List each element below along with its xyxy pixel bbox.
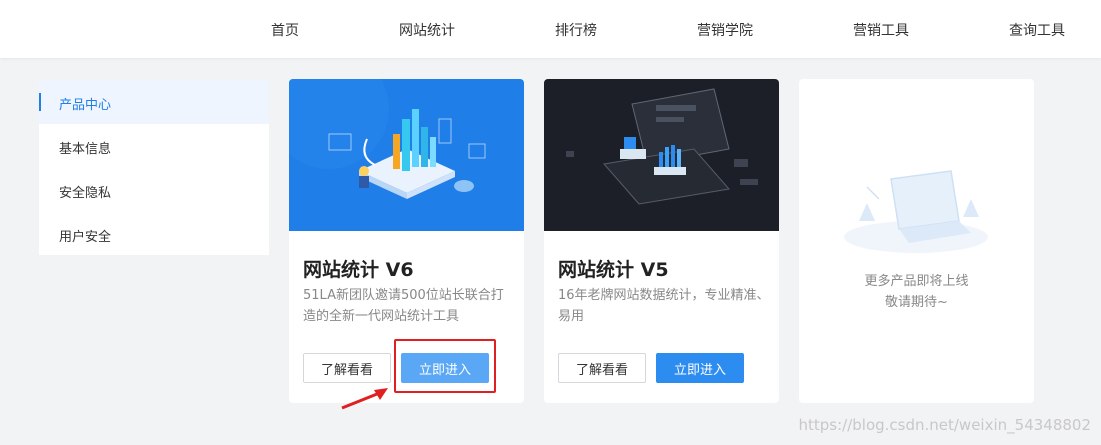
top-nav: 首页 网站统计 排行榜 营销学院 营销工具 查询工具 xyxy=(0,0,1101,58)
nav-item-marketing-academy[interactable]: 营销学院 xyxy=(697,20,753,40)
watermark: https://blog.csdn.net/weixin_54348802 xyxy=(798,416,1091,434)
sidebar-item-label: 安全隐私 xyxy=(59,186,112,201)
sidebar-item-basic-info[interactable]: 基本信息 xyxy=(39,124,269,168)
enter-now-button[interactable]: 立即进入 xyxy=(401,353,489,383)
nav-item-home[interactable]: 首页 xyxy=(271,20,299,40)
product-description: 51LA新团队邀请500位站长联合打造的全新一代网站统计工具 xyxy=(303,288,504,324)
nav-item-site-stats[interactable]: 网站统计 xyxy=(399,20,455,40)
coming-soon-line-1: 更多产品即将上线 xyxy=(864,274,969,289)
sidebar: 产品中心 基本信息 安全隐私 用户安全 xyxy=(39,80,269,255)
analytics-illustration-icon xyxy=(289,79,524,231)
sidebar-item-security-privacy[interactable]: 安全隐私 xyxy=(39,168,269,212)
sidebar-item-label: 用户安全 xyxy=(59,230,112,245)
enter-now-button[interactable]: 立即进入 xyxy=(656,353,744,383)
product-card-v5: 网站统计 V5 16年老牌网站数据统计，专业精准、易用 了解看看 立即进入 xyxy=(544,79,779,403)
sidebar-item-label: 产品中心 xyxy=(59,98,112,113)
dashboard-illustration-icon xyxy=(544,79,779,231)
sidebar-item-label: 基本信息 xyxy=(59,142,112,157)
sidebar-item-user-security[interactable]: 用户安全 xyxy=(39,212,269,256)
product-card-v6: 网站统计 V6 51LA新团队邀请500位站长联合打造的全新一代网站统计工具 了… xyxy=(289,79,524,403)
laptop-icon xyxy=(844,170,988,253)
coming-soon-text: 更多产品即将上线 敬请期待~ xyxy=(799,271,1034,313)
product-title: 网站统计 V5 xyxy=(558,259,669,281)
nav-item-marketing-tools[interactable]: 营销工具 xyxy=(853,20,909,40)
coming-soon-line-2: 敬请期待~ xyxy=(885,295,948,310)
product-description: 16年老牌网站数据统计，专业精准、易用 xyxy=(558,288,770,324)
annotation-arrow-icon xyxy=(341,388,388,410)
nav-item-query-tools[interactable]: 查询工具 xyxy=(1009,20,1065,40)
nav-item-ranking[interactable]: 排行榜 xyxy=(555,20,597,40)
coming-soon-card: 更多产品即将上线 敬请期待~ xyxy=(799,79,1034,403)
learn-more-button[interactable]: 了解看看 xyxy=(558,353,646,383)
product-title: 网站统计 V6 xyxy=(303,259,414,281)
learn-more-button[interactable]: 了解看看 xyxy=(303,353,391,383)
sidebar-item-product-center[interactable]: 产品中心 xyxy=(39,80,269,124)
